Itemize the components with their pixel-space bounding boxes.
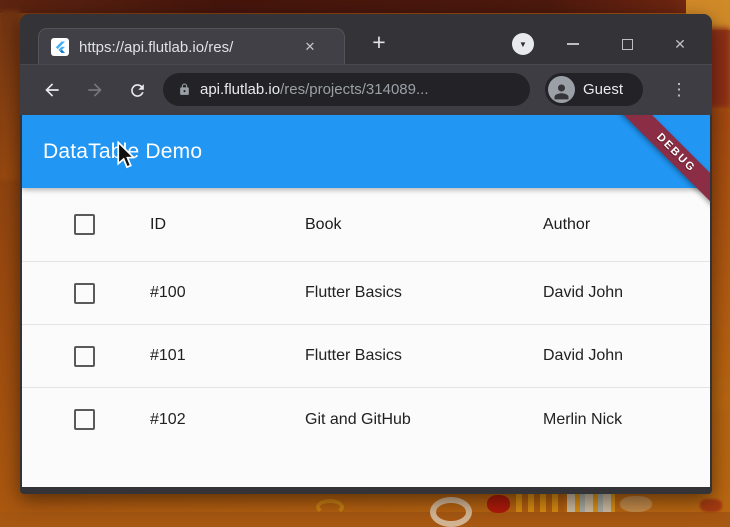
maximize-button[interactable] xyxy=(614,32,640,56)
minimize-button[interactable] xyxy=(560,32,586,56)
url-text: api.flutlab.io/res/projects/314089... xyxy=(200,81,428,98)
url-path: /res/projects/314089... xyxy=(280,81,429,98)
minimize-icon xyxy=(567,43,579,45)
browser-tab[interactable]: https://api.flutlab.io/res/ ✕ xyxy=(38,28,345,65)
tab-title: https://api.flutlab.io/res/ xyxy=(79,38,297,56)
header-author: Author xyxy=(543,215,591,233)
row-checkbox[interactable] xyxy=(74,345,95,367)
page-title: DataTable Demo xyxy=(43,139,203,163)
chevron-down-icon: ▼ xyxy=(519,40,527,49)
browser-menu-button[interactable]: ⋮ xyxy=(666,77,692,103)
row-checkbox[interactable] xyxy=(74,409,95,430)
row-checkbox-cell xyxy=(22,409,150,430)
reload-icon xyxy=(130,83,144,97)
url-host: api.flutlab.io xyxy=(200,81,281,98)
wallpaper-artwork xyxy=(516,494,564,512)
row-checkbox-cell xyxy=(22,345,150,367)
wallpaper-artwork xyxy=(316,499,344,515)
tab-strip: https://api.flutlab.io/res/ ✕ + ▼ ✕ xyxy=(20,14,712,65)
wallpaper-artwork xyxy=(620,496,652,512)
wallpaper-top-band xyxy=(0,0,730,13)
table-row: #101 Flutter Basics David John xyxy=(22,325,710,388)
header-id: ID xyxy=(150,215,166,233)
header-checkbox-cell xyxy=(22,214,150,235)
close-window-button[interactable]: ✕ xyxy=(667,32,693,56)
browser-toolbar: api.flutlab.io/res/projects/314089... Gu… xyxy=(20,65,712,115)
table-row: #102 Git and GitHub Merlin Nick xyxy=(22,388,710,451)
data-table: ID Book Author #100 Flutter Basics David… xyxy=(22,188,710,451)
cell-book: Git and GitHub xyxy=(305,410,411,428)
cell-book: Flutter Basics xyxy=(305,347,402,364)
tab-search-button[interactable]: ▼ xyxy=(512,33,534,55)
cell-id: #101 xyxy=(150,347,186,364)
app-bar: DataTable Demo xyxy=(22,115,710,188)
cell-id: #102 xyxy=(150,410,186,428)
table-body: #100 Flutter Basics David John #101 Flut… xyxy=(22,262,710,451)
browser-window: https://api.flutlab.io/res/ ✕ + ▼ ✕ api.… xyxy=(20,14,712,494)
tab-title-fade xyxy=(275,38,297,56)
forward-button[interactable] xyxy=(83,78,107,102)
header-book: Book xyxy=(305,215,342,233)
row-checkbox[interactable] xyxy=(74,282,95,304)
app-content: DataTable Demo DEBUG ID Book Author #100… xyxy=(22,115,710,487)
address-bar[interactable]: api.flutlab.io/res/projects/314089... xyxy=(163,73,530,106)
wallpaper-blob xyxy=(0,10,20,180)
lock-icon[interactable] xyxy=(178,82,191,97)
forward-arrow-icon xyxy=(88,83,102,97)
cell-author: David John xyxy=(543,347,624,364)
wallpaper-artwork xyxy=(567,494,615,512)
table-row: #100 Flutter Basics David John xyxy=(22,262,710,325)
table-header-row: ID Book Author xyxy=(22,188,710,262)
person-icon xyxy=(554,84,569,100)
row-checkbox-cell xyxy=(22,282,150,304)
new-tab-button[interactable]: + xyxy=(364,27,394,57)
profile-button[interactable]: Guest xyxy=(545,73,643,106)
wallpaper-artwork xyxy=(700,499,722,512)
cell-author: Merlin Nick xyxy=(543,410,623,428)
select-all-checkbox[interactable] xyxy=(74,214,95,235)
maximize-icon xyxy=(621,38,633,50)
back-arrow-icon xyxy=(45,83,59,97)
back-button[interactable] xyxy=(40,78,64,102)
reload-button[interactable] xyxy=(125,78,149,102)
flutter-favicon-icon xyxy=(51,38,69,56)
cell-id: #100 xyxy=(150,284,186,301)
wallpaper-artwork xyxy=(430,497,472,527)
profile-name: Guest xyxy=(583,81,624,98)
wallpaper-artwork xyxy=(487,495,510,513)
cell-author: David John xyxy=(543,284,624,301)
avatar xyxy=(548,76,575,103)
tab-close-icon[interactable]: ✕ xyxy=(299,36,321,58)
cell-book: Flutter Basics xyxy=(305,284,402,301)
